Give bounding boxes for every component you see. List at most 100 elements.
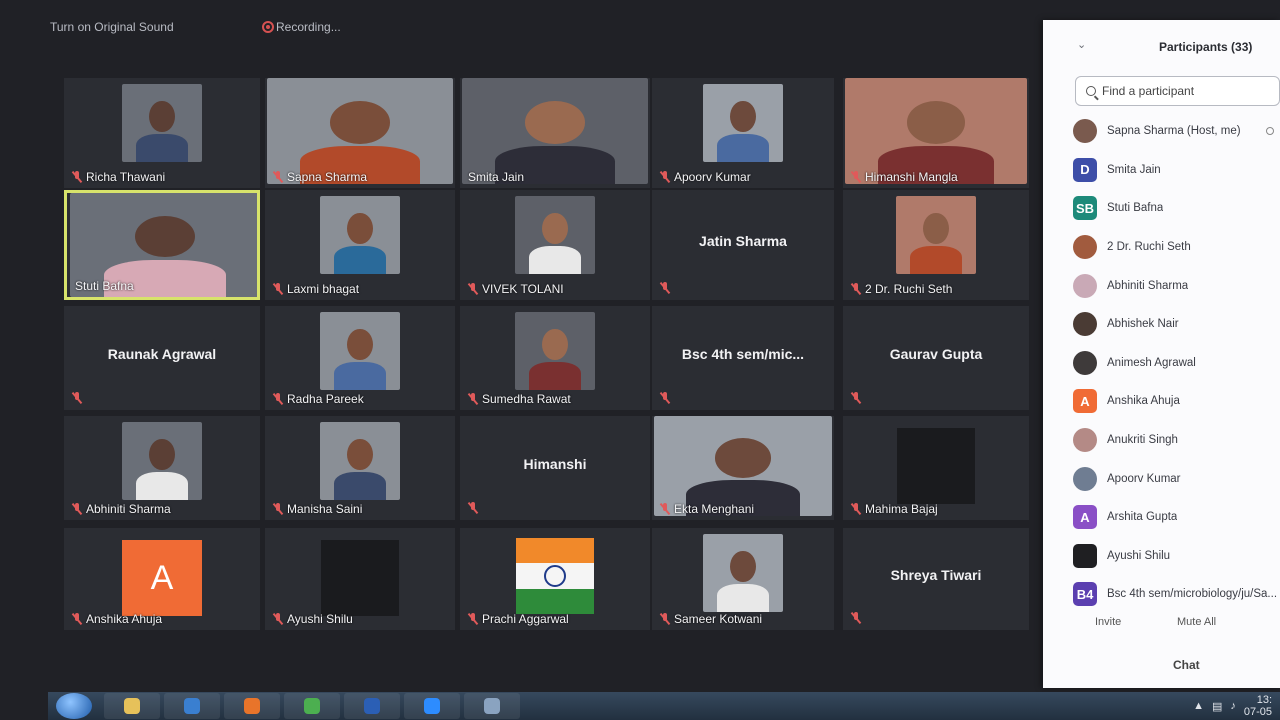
participants-panel: ⌄ Participants (33) Sapna Sharma (Host, …: [1043, 20, 1280, 688]
clock[interactable]: 13: 07-05: [1244, 694, 1272, 718]
video-tile[interactable]: A Anshika Ahuja: [64, 528, 260, 630]
participant-list-name: Animesh Agrawal: [1107, 356, 1196, 369]
participant-name: Sameer Kotwani: [674, 612, 763, 626]
network-icon[interactable]: ▤: [1212, 700, 1222, 713]
clock-date: 07-05: [1243, 706, 1272, 718]
participant-list-item[interactable]: Ayushi Shilu: [1043, 537, 1280, 576]
host-status-icon: [1266, 127, 1274, 136]
participant-video: [654, 416, 832, 516]
invite-button[interactable]: Invite: [1095, 616, 1121, 628]
participant-name: 2 Dr. Ruchi Seth: [865, 282, 953, 296]
video-tile[interactable]: Bsc 4th sem/mic...: [652, 306, 834, 410]
taskbar-app-icon[interactable]: [404, 693, 460, 719]
participant-label: Apoorv Kumar: [660, 170, 751, 184]
muted-mic-icon: [72, 392, 82, 404]
recording-status[interactable]: Recording...: [276, 20, 341, 34]
participant-list-item[interactable]: Abhiniti Sharma: [1043, 266, 1280, 305]
taskbar-app-icon[interactable]: [164, 693, 220, 719]
avatar: [1073, 350, 1097, 375]
participant-list-name: Bsc 4th sem/microbiology/ju/Sa...: [1107, 588, 1278, 601]
participant-video: [122, 422, 202, 500]
original-sound-button[interactable]: Turn on Original Sound: [50, 20, 174, 34]
video-tile[interactable]: Manisha Saini: [265, 416, 455, 520]
participant-list-item[interactable]: Apoorv Kumar: [1043, 459, 1280, 498]
video-tile[interactable]: Prachi Aggarwal: [460, 528, 650, 630]
volume-icon[interactable]: ♪: [1230, 700, 1236, 712]
mute-all-button[interactable]: Mute All: [1177, 616, 1216, 628]
search-input[interactable]: [1102, 84, 1252, 98]
video-off-placeholder: [897, 428, 975, 504]
video-tile[interactable]: Smita Jain: [460, 78, 650, 188]
video-tile[interactable]: Sumedha Rawat: [460, 306, 650, 410]
video-tile[interactable]: Jatin Sharma: [652, 190, 834, 300]
participant-name: Laxmi bhagat: [287, 282, 360, 296]
avatar: SB: [1073, 196, 1097, 221]
system-tray: ▲ ▤ ♪ 13: 07-05: [1193, 692, 1272, 720]
start-button-icon[interactable]: [56, 693, 92, 719]
taskbar-app-icon[interactable]: [224, 693, 280, 719]
video-off-placeholder: [321, 540, 399, 616]
avatar: [1073, 273, 1097, 298]
video-tile[interactable]: Abhiniti Sharma: [64, 416, 260, 520]
participant-name: VIVEK TOLANI: [482, 282, 564, 296]
participant-name-display: Gaurav Gupta: [889, 346, 983, 362]
video-tile[interactable]: Radha Pareek: [265, 306, 455, 410]
participant-search[interactable]: [1075, 76, 1280, 106]
participant-list-item[interactable]: A Arshita Gupta: [1043, 498, 1280, 537]
video-tile[interactable]: Shreya Tiwari: [843, 528, 1029, 630]
taskbar-app-icon[interactable]: [464, 693, 520, 719]
participant-video: [515, 312, 595, 390]
participants-header: ⌄ Participants (33): [1043, 20, 1280, 70]
participant-list-item[interactable]: D Smita Jain: [1043, 151, 1280, 190]
participant-list-name: Apoorv Kumar: [1107, 472, 1181, 485]
muted-mic-icon: [851, 612, 861, 624]
video-tile[interactable]: Raunak Agrawal: [64, 306, 260, 410]
tray-arrow-icon[interactable]: ▲: [1193, 700, 1204, 712]
participant-name: Prachi Aggarwal: [482, 612, 569, 626]
participant-name: Himanshi Mangla: [865, 170, 958, 184]
participant-list-name: Anshika Ahuja: [1107, 395, 1180, 408]
participant-list-item[interactable]: SB Stuti Bafna: [1043, 189, 1280, 228]
participant-list: Sapna Sharma (Host, me) D Smita Jain SB Stut…: [1043, 112, 1280, 614]
taskbar-app-icon[interactable]: [344, 693, 400, 719]
video-tile[interactable]: VIVEK TOLANI: [460, 190, 650, 300]
participant-list-name: Abhishek Nair: [1107, 318, 1179, 331]
participant-name: Ayushi Shilu: [287, 612, 353, 626]
participant-list-item[interactable]: Sapna Sharma (Host, me): [1043, 112, 1280, 151]
muted-mic-icon: [660, 171, 670, 183]
video-tile[interactable]: Ekta Menghani: [652, 416, 834, 520]
participant-list-name: Smita Jain: [1107, 163, 1161, 176]
participant-list-name: Sapna Sharma (Host, me): [1107, 125, 1241, 138]
video-tile[interactable]: Laxmi bhagat: [265, 190, 455, 300]
participant-name: Manisha Saini: [287, 502, 363, 516]
video-tile[interactable]: Mahima Bajaj: [843, 416, 1029, 520]
video-tile[interactable]: Sameer Kotwani: [652, 528, 834, 630]
participant-video: [267, 78, 453, 184]
video-tile[interactable]: Ayushi Shilu: [265, 528, 455, 630]
chat-button[interactable]: Chat: [1173, 658, 1200, 672]
participant-list-item[interactable]: B4 Bsc 4th sem/microbiology/ju/Sa...: [1043, 575, 1280, 614]
video-tile[interactable]: Apoorv Kumar: [652, 78, 834, 188]
participant-video: [462, 78, 648, 184]
video-tile[interactable]: Himanshi: [460, 416, 650, 520]
participant-label: Mahima Bajaj: [851, 502, 938, 516]
video-tile[interactable]: Gaurav Gupta: [843, 306, 1029, 410]
muted-mic-icon: [273, 171, 283, 183]
participant-list-item[interactable]: A Anshika Ahuja: [1043, 382, 1280, 421]
participant-list-item[interactable]: 2 Dr. Ruchi Seth: [1043, 228, 1280, 267]
participant-list-item[interactable]: Anukriti Singh: [1043, 421, 1280, 460]
participant-label: Stuti Bafna: [75, 279, 134, 293]
chevron-down-icon[interactable]: ⌄: [1077, 38, 1086, 51]
video-tile[interactable]: Sapna Sharma: [265, 78, 455, 188]
taskbar-app-icon[interactable]: [104, 693, 160, 719]
video-tile[interactable]: 2 Dr. Ruchi Seth: [843, 190, 1029, 300]
video-tile[interactable]: Himanshi Mangla: [843, 78, 1029, 188]
participant-list-item[interactable]: Animesh Agrawal: [1043, 344, 1280, 383]
muted-mic-icon: [273, 283, 283, 295]
taskbar-app-icon[interactable]: [284, 693, 340, 719]
video-tile[interactable]: Stuti Bafna: [64, 190, 260, 300]
avatar: A: [1073, 505, 1097, 530]
participant-list-name: Abhiniti Sharma: [1107, 279, 1189, 292]
video-tile[interactable]: Richa Thawani: [64, 78, 260, 188]
participant-list-item[interactable]: Abhishek Nair: [1043, 305, 1280, 344]
